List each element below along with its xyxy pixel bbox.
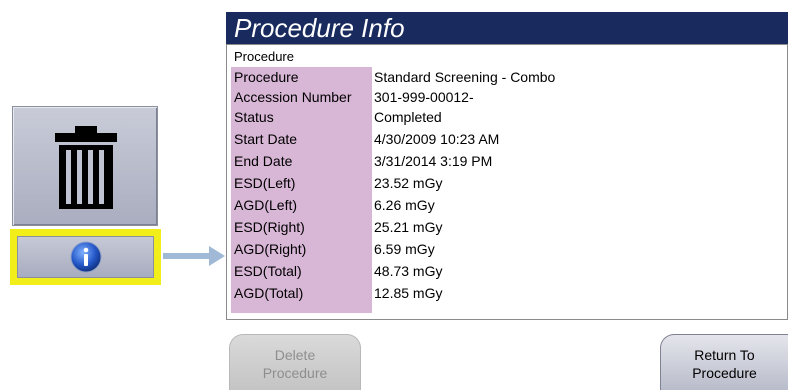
delete-trash-button[interactable] <box>12 106 158 226</box>
panel-title: Procedure Info <box>226 12 788 44</box>
info-row: ESD(Left) 23.52 mGy <box>227 173 787 193</box>
row-label: ESD(Total) <box>234 263 302 279</box>
row-label: AGD(Total) <box>234 285 304 301</box>
info-row: AGD(Right) 6.59 mGy <box>227 239 787 259</box>
info-row: AGD(Total) 12.85 mGy <box>227 283 787 303</box>
row-value: 3/31/2014 3:19 PM <box>374 153 493 169</box>
row-value: 12.85 mGy <box>374 285 443 301</box>
info-row: Status Completed <box>227 107 787 127</box>
info-row: Start Date 4/30/2009 10:23 AM <box>227 129 787 149</box>
row-label: Start Date <box>234 131 298 147</box>
procedure-info-button[interactable] <box>17 236 154 278</box>
info-row: Accession Number 301-999-00012- <box>227 87 787 107</box>
trash-icon <box>55 126 117 209</box>
info-row: ESD(Right) 25.21 mGy <box>227 217 787 237</box>
return-to-procedure-button[interactable]: Return To Procedure <box>660 334 788 390</box>
row-label: ESD(Right) <box>234 219 305 235</box>
delete-procedure-button[interactable]: Delete Procedure <box>229 334 361 390</box>
return-label-line1: Return To <box>694 347 755 363</box>
delete-label-line2: Procedure <box>262 365 328 381</box>
row-label: Procedure <box>234 69 299 85</box>
row-value: Standard Screening - Combo <box>374 69 556 85</box>
row-value: 48.73 mGy <box>374 263 443 279</box>
procedure-info-panel: Procedure Procedure Standard Screening -… <box>226 44 788 320</box>
row-value: 6.59 mGy <box>374 241 435 257</box>
delete-label-line1: Delete <box>274 347 316 363</box>
section-label: Procedure <box>234 49 294 64</box>
return-label-line2: Procedure <box>692 365 757 381</box>
row-label: End Date <box>234 153 293 169</box>
row-value: 4/30/2009 10:23 AM <box>374 131 500 147</box>
row-value: Completed <box>374 109 442 125</box>
arrow-right-icon <box>163 246 225 266</box>
info-row: AGD(Left) 6.26 mGy <box>227 195 787 215</box>
row-value: 6.26 mGy <box>374 197 435 213</box>
row-value: 23.52 mGy <box>374 175 443 191</box>
info-icon <box>70 241 102 273</box>
row-label: Accession Number <box>234 89 352 105</box>
row-value: 25.21 mGy <box>374 219 443 235</box>
info-row: ESD(Total) 48.73 mGy <box>227 261 787 281</box>
row-value: 301-999-00012- <box>374 89 474 105</box>
row-label: AGD(Right) <box>234 241 307 257</box>
row-label: Status <box>234 109 274 125</box>
row-label: AGD(Left) <box>234 197 298 213</box>
info-row: Procedure Standard Screening - Combo <box>227 67 787 87</box>
row-label: ESD(Left) <box>234 175 296 191</box>
info-row: End Date 3/31/2014 3:19 PM <box>227 151 787 171</box>
